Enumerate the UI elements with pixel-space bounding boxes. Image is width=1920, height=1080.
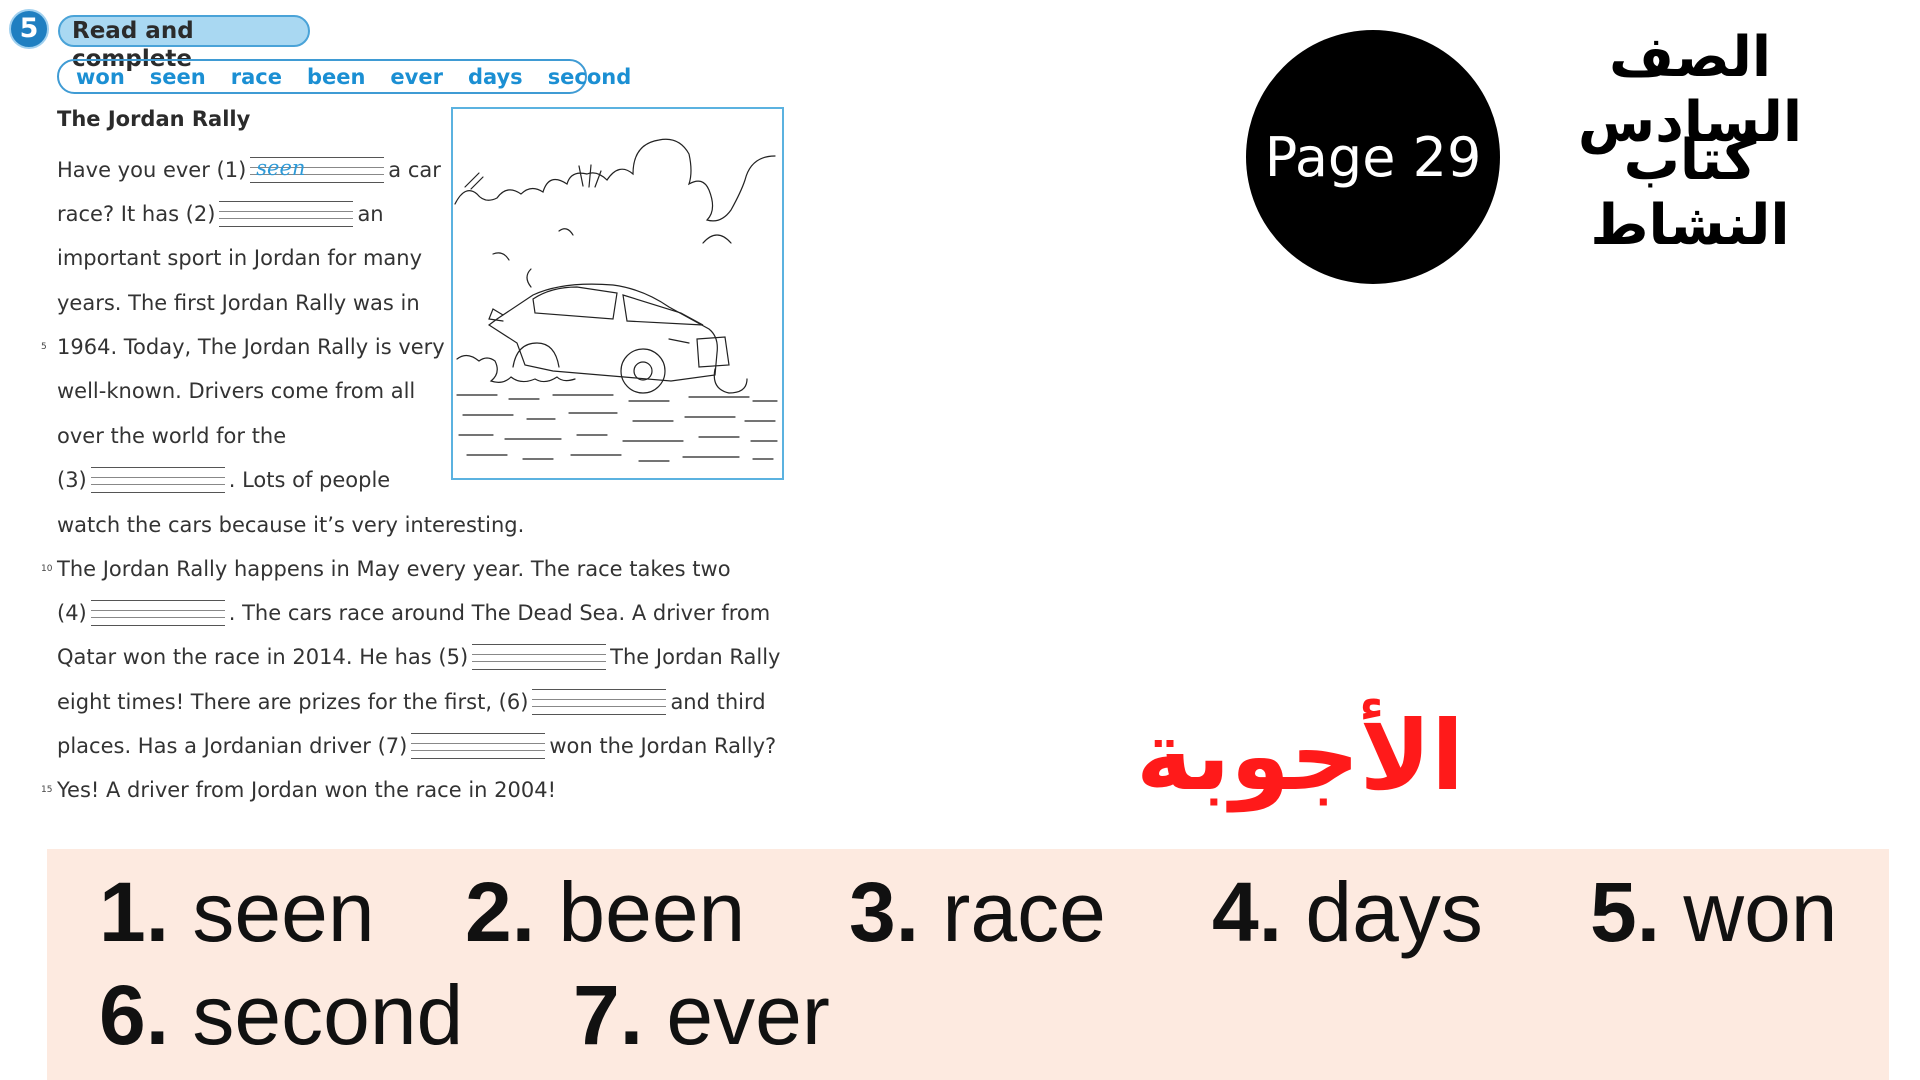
line-text: eight times! There are prizes for the fi… (57, 690, 529, 714)
line-text: well-known. Drivers come from all (57, 379, 416, 403)
line-text: and third (670, 690, 766, 714)
line-text: The Jordan Rally happens in May every ye… (57, 557, 731, 581)
passage-line: well-known. Drivers come from all (57, 376, 415, 406)
line-text: Have you ever (1) (57, 158, 247, 182)
instruction-label: Read and complete (58, 15, 310, 72)
line-text: important sport in Jordan for many (57, 246, 423, 270)
line-text: Yes! A driver from Jordan won the race i… (57, 778, 556, 802)
line-text: an (357, 202, 384, 226)
line-text: The Jordan Rally (610, 645, 781, 669)
answer-blank-5[interactable] (472, 642, 607, 672)
answer-item: 3. race (849, 865, 1106, 959)
line-text: race? It has (2) (57, 202, 216, 226)
line-number: 15 (41, 785, 53, 795)
line-text: (3) (57, 468, 87, 492)
word-bank-item: days (467, 64, 523, 89)
answer-blank-2[interactable] (219, 199, 354, 229)
line-text: . The cars race around The Dead Sea. A d… (228, 601, 771, 625)
page-label: Page 29 (1264, 125, 1482, 189)
passage-line: years. The first Jordan Rally was in (57, 288, 420, 318)
answer-blank-3[interactable] (90, 465, 225, 495)
answer-blank-6[interactable] (532, 687, 667, 717)
line-number: 10 (41, 564, 53, 574)
line-text: (4) (57, 601, 87, 625)
passage-title: The Jordan Rally (57, 107, 251, 131)
answers-heading: الأجوبة (1135, 700, 1465, 812)
passage-line: 10 The Jordan Rally happens in May every… (41, 554, 731, 584)
line-number: 5 (41, 342, 47, 352)
word-bank-item: been (306, 64, 366, 89)
passage-line: watch the cars because it’s very interes… (57, 510, 524, 540)
answer-item: 2. been (465, 865, 746, 959)
book-label: كتاب النشاط (1590, 128, 1790, 258)
line-text: won the Jordan Rally? (549, 734, 777, 758)
line-text: a car (388, 158, 441, 182)
answer-item: 6. second (99, 968, 464, 1062)
passage-line: places. Has a Jordanian driver (7) won t… (57, 731, 776, 761)
answer-item: 7. ever (573, 968, 830, 1062)
line-text: 1964. Today, The Jordan Rally is very (57, 335, 445, 359)
passage-line: (4) . The cars race around The Dead Sea.… (57, 598, 770, 628)
word-bank-item: second (547, 64, 632, 89)
rally-car-illustration (451, 107, 784, 480)
passage-line: 15 Yes! A driver from Jordan won the rac… (41, 775, 556, 805)
line-text: Qatar won the race in 2014. He has (5) (57, 645, 469, 669)
line-text: years. The first Jordan Rally was in (57, 291, 420, 315)
line-text: over the world for the (57, 424, 287, 448)
handwritten-answer: seen (256, 156, 306, 180)
passage-line: important sport in Jordan for many (57, 243, 422, 273)
passage-line: over the world for the (57, 421, 286, 451)
passage-line: eight times! There are prizes for the fi… (57, 687, 766, 717)
passage-line: race? It has (2) an (57, 199, 384, 229)
word-bank-item: won (76, 64, 125, 89)
word-bank-item: race (230, 64, 282, 89)
answer-blank-1[interactable]: seen (250, 155, 385, 185)
answer-item: 5. won (1590, 865, 1838, 959)
passage-line: Have you ever (1) seen a car (57, 155, 441, 185)
answers-panel: 1. seen 2. been 3. race 4. days 5. won 6… (47, 849, 1889, 1080)
passage-line: (3) . Lots of people (57, 465, 390, 495)
passage-line: Qatar won the race in 2014. He has (5) T… (57, 642, 780, 672)
exercise-number-badge: 5 (9, 9, 49, 49)
line-text: places. Has a Jordanian driver (7) (57, 734, 408, 758)
answer-blank-4[interactable] (90, 598, 225, 628)
answer-item: 4. days (1212, 865, 1483, 959)
answer-item: 1. seen (99, 865, 375, 959)
page-number-circle: Page 29 (1246, 30, 1500, 284)
line-text: . Lots of people (228, 468, 391, 492)
line-text: watch the cars because it’s very interes… (57, 513, 525, 537)
word-bank-item: seen (149, 64, 206, 89)
word-bank: won seen race been ever days second (57, 59, 631, 94)
rally-car-icon (454, 138, 778, 462)
word-bank-item: ever (390, 64, 443, 89)
passage-line: 5 1964. Today, The Jordan Rally is very (41, 332, 445, 362)
answer-blank-7[interactable] (411, 731, 546, 761)
